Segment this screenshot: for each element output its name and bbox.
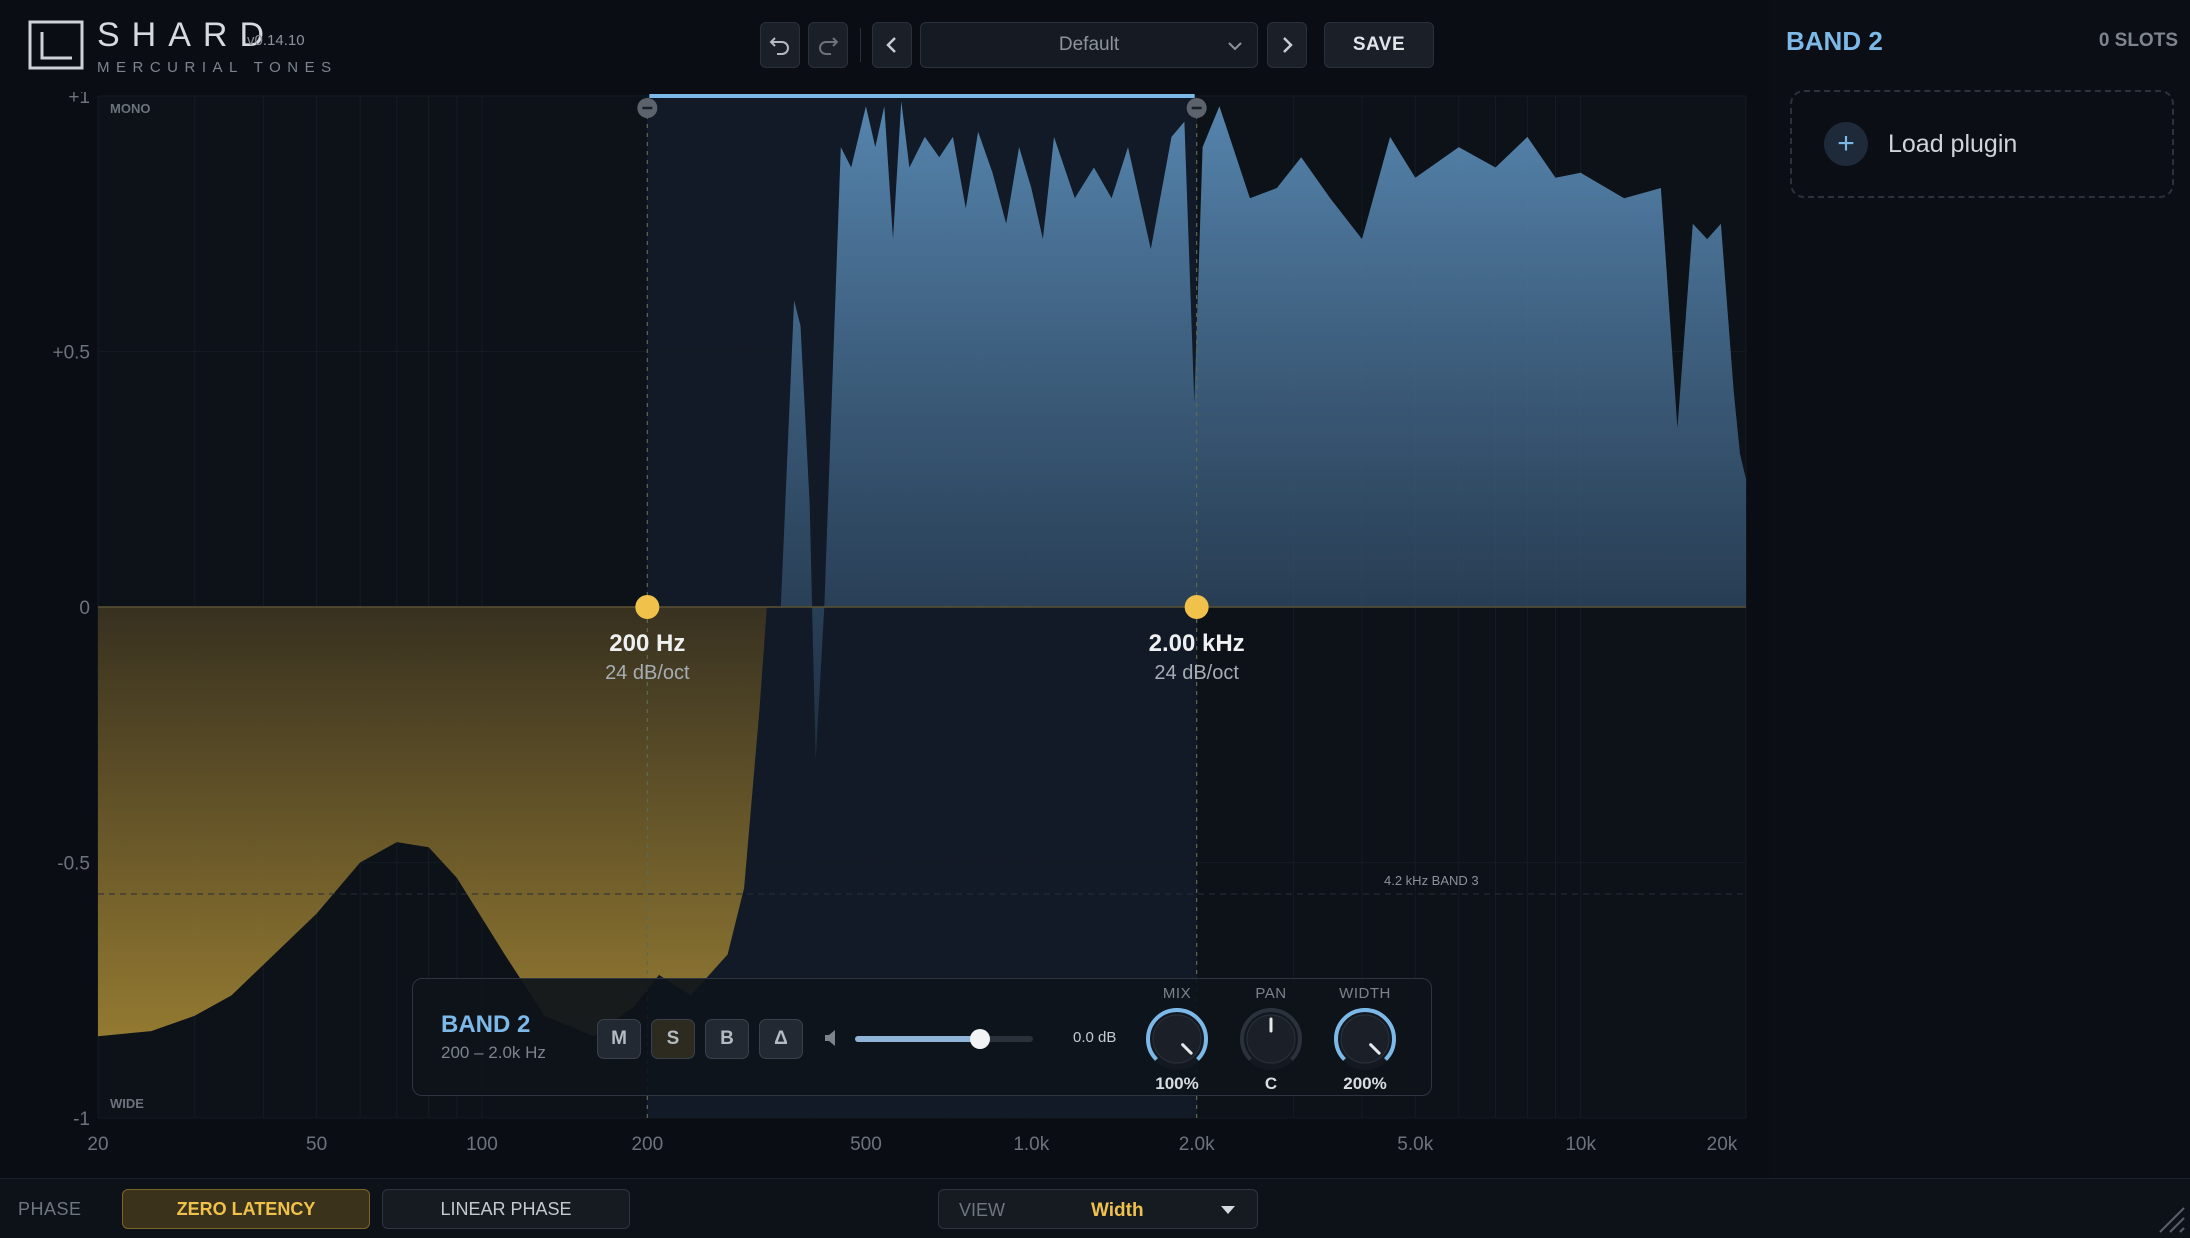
y-tick-label: 0 (79, 598, 90, 619)
speaker-icon (825, 1030, 835, 1046)
x-tick-label: 50 (306, 1134, 327, 1155)
linear-phase-button[interactable]: LINEAR PHASE (382, 1189, 630, 1229)
x-tick-label: 10k (1565, 1134, 1596, 1155)
width-value: 200% (1343, 1074, 1387, 1093)
toolbar-divider (860, 28, 861, 62)
mono-label: MONO (110, 101, 150, 116)
undo-button[interactable] (760, 22, 800, 68)
band3-marker-label: 4.2 kHz BAND 3 (1384, 873, 1479, 888)
wide-label: WIDE (110, 1096, 144, 1111)
x-tick-label: 2.0k (1179, 1134, 1215, 1155)
volume-fill (855, 1036, 980, 1042)
crossover-slope: 24 dB/oct (605, 662, 690, 684)
undo-icon (769, 37, 789, 55)
x-tick-label: 500 (850, 1134, 882, 1155)
x-tick-label: 5.0k (1397, 1134, 1433, 1155)
app-version: v0.14.10 (247, 32, 305, 49)
bypass-button[interactable]: B (705, 1019, 749, 1059)
band-name: BAND 2 (441, 1011, 531, 1038)
width-knob[interactable]: WIDTH 200% (1325, 985, 1405, 1094)
mix-value: 100% (1155, 1074, 1199, 1093)
band-strip: BAND 2 200 – 2.0k Hz M S B Δ 0.0 dB MIX … (412, 978, 1432, 1096)
view-select[interactable]: VIEW Width (938, 1189, 1258, 1229)
x-tick-label: 1.0k (1013, 1134, 1049, 1155)
band-title: BAND 2 (1786, 26, 1883, 56)
phase-label: PHASE (18, 1199, 82, 1219)
x-tick-label: 200 (631, 1134, 663, 1155)
pan-label: PAN (1255, 985, 1287, 1002)
resize-handle-icon[interactable] (2152, 1200, 2186, 1234)
width-label: WIDTH (1339, 985, 1391, 1002)
x-tick-label: 100 (466, 1134, 498, 1155)
view-label: VIEW (959, 1200, 1006, 1220)
crossover-frequency: 200 Hz (609, 630, 685, 657)
slots-count: 0 SLOTS (2098, 30, 2178, 51)
pan-value: C (1264, 1074, 1278, 1093)
view-value: Width (1091, 1200, 1144, 1221)
header: SHARD v0.14.10 MERCURIAL TONES Default S… (0, 0, 1770, 92)
pan-dial[interactable] (1236, 1004, 1306, 1074)
logo: SHARD v0.14.10 MERCURIAL TONES (97, 16, 338, 76)
crossover-slope: 24 dB/oct (1154, 662, 1239, 684)
caret-down-icon (1221, 1206, 1235, 1214)
volume-thumb[interactable] (969, 1029, 990, 1049)
y-tick-label: -1 (73, 1109, 90, 1130)
logo-icon (28, 20, 84, 70)
plus-icon: + (1824, 122, 1868, 166)
mix-dial[interactable] (1142, 1004, 1212, 1074)
volume-value: 0.0 dB (1073, 1029, 1117, 1046)
solo-button[interactable]: S (651, 1019, 695, 1059)
preset-select[interactable]: Default (920, 22, 1258, 68)
redo-button[interactable] (808, 22, 848, 68)
y-tick-label: -0.5 (57, 854, 90, 875)
load-plugin-button[interactable]: + Load plugin (1790, 90, 2174, 198)
load-plugin-label: Load plugin (1888, 129, 2018, 158)
mute-button[interactable]: M (597, 1019, 641, 1059)
y-tick-label: +0.5 (52, 343, 90, 364)
mix-label: MIX (1162, 985, 1192, 1002)
pan-knob[interactable]: PAN C (1231, 985, 1311, 1094)
zero-latency-button[interactable]: ZERO LATENCY (122, 1189, 370, 1229)
knob-body (1340, 1014, 1390, 1064)
x-tick-label: 20 (87, 1134, 108, 1155)
next-preset-button[interactable] (1267, 22, 1307, 68)
knob-body (1152, 1014, 1202, 1064)
save-button[interactable]: SAVE (1324, 22, 1434, 68)
prev-preset-button[interactable] (872, 22, 912, 68)
app-subtitle: MERCURIAL TONES (97, 59, 338, 76)
preset-name: Default (1058, 34, 1120, 55)
mix-knob[interactable]: MIX 100% (1137, 985, 1217, 1094)
chevron-down-icon (1228, 42, 1242, 51)
footer: PHASE ZERO LATENCY LINEAR PHASE VIEW Wid… (0, 1178, 2190, 1238)
delta-button[interactable]: Δ (759, 1019, 803, 1059)
redo-icon (819, 37, 839, 55)
crossover-handle[interactable] (635, 595, 660, 619)
crossover-handle[interactable] (1184, 595, 1209, 619)
x-tick-label: 20k (1707, 1134, 1738, 1155)
chevron-left-icon (886, 37, 896, 53)
band-range: 200 – 2.0k Hz (441, 1043, 546, 1062)
chevron-right-icon (1283, 37, 1293, 53)
width-dial[interactable] (1330, 1004, 1400, 1074)
volume-slider[interactable] (855, 1029, 1033, 1049)
crossover-frequency: 2.00 kHz (1149, 630, 1245, 657)
